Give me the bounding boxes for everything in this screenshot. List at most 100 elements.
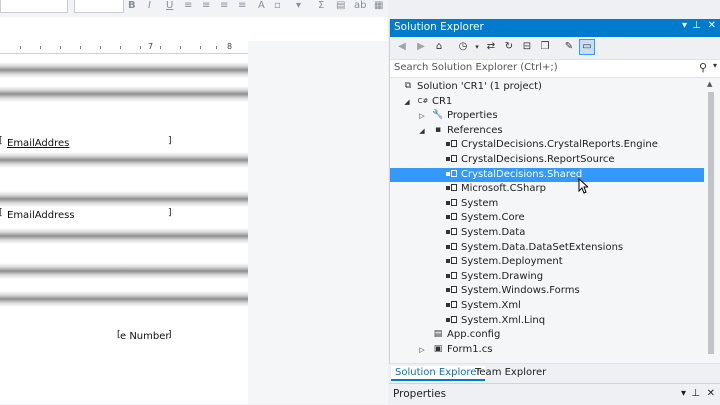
tree-item[interactable]: ◢ ▪ References — [390, 124, 704, 139]
collapse-all-icon[interactable]: ⊟ — [520, 40, 534, 54]
reference-icon — [446, 183, 458, 194]
phone-number-field[interactable]: e Number — [120, 331, 170, 343]
insert-field-icon[interactable]: ▤ — [336, 0, 345, 12]
section-band[interactable] — [0, 263, 248, 279]
section-band[interactable] — [0, 62, 248, 78]
tree-item[interactable]: System.Data.DataSetExtensions — [390, 241, 704, 256]
tree-item[interactable]: System.Core — [390, 211, 704, 226]
tree-item-label: CrystalDecisions.CrystalReports.Engine — [461, 139, 658, 151]
italic-icon[interactable]: I — [148, 0, 151, 12]
email-address-field[interactable]: EmailAddress — [7, 210, 75, 222]
preview-icon[interactable]: ▭ — [579, 39, 595, 55]
sync-icon[interactable]: ⇄ — [484, 40, 498, 54]
tree-item[interactable]: System.Deployment — [390, 255, 704, 270]
justify-icon[interactable]: ≡ — [238, 0, 246, 12]
expanded-arrow-icon[interactable]: ◢ — [418, 125, 426, 137]
tree-item[interactable]: System.Xml.Linq — [390, 314, 704, 329]
tree-item-label: System.Windows.Forms — [461, 285, 580, 297]
close-icon[interactable]: ✕ — [707, 388, 715, 399]
search-box[interactable]: Search Solution Explorer (Ctrl+;) ⚲ ▾ — [390, 60, 720, 78]
bold-icon[interactable]: B — [128, 0, 136, 12]
pin-icon[interactable]: ⊥ — [691, 388, 700, 399]
collapsed-arrow-icon[interactable]: ▷ — [418, 110, 426, 122]
sum-icon[interactable]: Σ — [318, 0, 324, 12]
designer-background — [248, 41, 388, 404]
tree-item-label: System.Data — [461, 227, 526, 238]
tree-item[interactable]: Microsoft.CSharp — [390, 182, 704, 197]
tree-item[interactable]: ◢ C# CR1 — [390, 95, 704, 110]
tree-item[interactable]: CrystalDecisions.CrystalReports.Engine — [390, 138, 704, 153]
field-handle: [ — [0, 136, 3, 146]
tree-item[interactable]: ▷ 🔧 Properties — [390, 109, 704, 124]
section-band[interactable] — [0, 228, 248, 244]
tree-item[interactable]: System.Drawing — [390, 270, 704, 285]
expanded-arrow-icon[interactable]: ◢ — [403, 96, 411, 108]
chevron-down-icon[interactable]: ▾ — [470, 40, 484, 54]
tree-item[interactable]: CrystalDecisions.Shared — [390, 167, 704, 183]
tree-item[interactable]: System — [390, 197, 704, 212]
back-icon[interactable]: ◀ — [395, 40, 409, 54]
scrollbar-thumb[interactable] — [708, 92, 714, 354]
solution-icon: ⧉ — [404, 81, 412, 91]
tree-item[interactable]: System.Data — [390, 226, 704, 241]
section-band[interactable] — [0, 291, 248, 307]
refresh-icon[interactable]: ↻ — [502, 40, 516, 54]
tree-item[interactable]: ▷ ▣ Form1.cs — [390, 343, 704, 358]
tree-item-label: CR1 — [432, 95, 453, 107]
chart-icon[interactable]: ▦ — [374, 0, 383, 12]
collapsed-arrow-icon[interactable]: ▷ — [418, 344, 426, 356]
font-size-combo[interactable] — [74, 0, 124, 13]
reference-icon — [446, 212, 458, 223]
scroll-up-icon[interactable]: ▲ — [707, 80, 712, 88]
format-toolbar: B I U ≡ ≡ ≡ ≡ A ▫ ▾ Σ ▤ ab ▦ — [0, 0, 388, 18]
mouse-cursor-icon — [578, 178, 588, 194]
close-icon[interactable]: ✕ — [708, 20, 716, 31]
solution-explorer-toolbar: ◀ ▶ ⌂ ◷ ▾ ⇄ ↻ ⊟ ❐ ✎ ▭ — [390, 37, 720, 60]
section-band[interactable] — [0, 152, 248, 168]
home-icon[interactable]: ⌂ — [432, 40, 446, 54]
forward-icon[interactable]: ▶ — [414, 40, 428, 54]
strikethrough-icon[interactable]: ≡ — [184, 0, 192, 12]
tree-item[interactable]: System.Xml — [390, 299, 704, 314]
tab-team-explorer[interactable]: Team Explorer — [471, 366, 550, 379]
window-position-icon[interactable]: ▾ — [681, 388, 686, 399]
section-band[interactable] — [0, 86, 248, 102]
reference-icon — [446, 169, 458, 180]
pending-changes-icon[interactable]: ◷ — [456, 40, 470, 54]
tree-item[interactable]: CrystalDecisions.ReportSource — [390, 153, 704, 168]
tree-item-label: CrystalDecisions.Shared — [461, 168, 583, 180]
tree-item-label: Properties — [447, 110, 498, 122]
properties-icon[interactable]: ✎ — [562, 40, 576, 54]
tree-item-label: CrystalDecisions.ReportSource — [461, 154, 615, 165]
show-all-files-icon[interactable]: ❐ — [538, 40, 552, 54]
tree-item[interactable]: System.Windows.Forms — [390, 284, 704, 299]
search-icon[interactable]: ⚲ — [699, 61, 707, 74]
tree-item-label: References — [447, 124, 503, 136]
section-band[interactable] — [0, 191, 248, 207]
dropdown-icon[interactable]: ▾ — [296, 0, 301, 12]
search-input[interactable]: Search Solution Explorer (Ctrl+;) — [394, 62, 558, 73]
horizontal-ruler: 7 8 — [0, 41, 248, 54]
align-left-icon[interactable]: ≡ — [202, 0, 210, 12]
chevron-down-icon[interactable]: ▾ — [713, 61, 717, 70]
tree-item[interactable]: ⧉ Solution 'CR1' (1 project) — [390, 80, 704, 95]
align-center-icon[interactable]: ≡ — [220, 0, 228, 12]
border-icon[interactable]: ▫ — [274, 0, 281, 12]
vertical-scrollbar[interactable]: ▲ — [705, 80, 717, 367]
panel-title: Solution Explorer — [394, 21, 484, 33]
report-canvas[interactable]: [ EmailAddres ] [ EmailAddress ] [ e Num… — [0, 54, 248, 344]
reference-icon — [446, 285, 458, 296]
window-position-icon[interactable]: ▾ — [682, 20, 687, 31]
solution-tree: ⧉ Solution 'CR1' (1 project) ◢ C# CR1 ▷ 🔧 Prope… — [390, 80, 707, 367]
tree-item-label: App.config — [447, 329, 501, 341]
email-address-field[interactable]: EmailAddres — [7, 138, 69, 150]
font-name-combo[interactable] — [0, 0, 68, 13]
pin-icon[interactable]: ⊥ — [692, 20, 701, 31]
tree-item[interactable]: ▤ App.config — [390, 328, 704, 343]
tree-item-label: System.Core — [461, 212, 525, 224]
csharp-project-icon: C# — [417, 96, 429, 105]
underline-icon[interactable]: U — [166, 0, 173, 12]
reference-icon — [446, 227, 458, 238]
font-color-icon[interactable]: A — [258, 0, 265, 12]
text-object-icon[interactable]: ab — [354, 0, 366, 12]
